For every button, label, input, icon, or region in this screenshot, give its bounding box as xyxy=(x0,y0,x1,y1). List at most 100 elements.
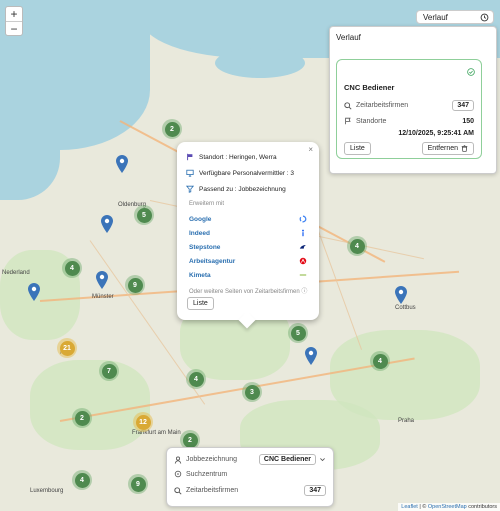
indeed-icon xyxy=(302,229,304,237)
search-firms-label: Zeitarbeitsfirmen xyxy=(186,487,239,494)
history-panel: Verlauf CNC Bediener Zeitarbeitsfirmen 3… xyxy=(329,26,497,174)
cluster-count: 4 xyxy=(372,353,388,369)
cluster-marker[interactable]: 4 xyxy=(62,258,82,278)
popup-location: Standort : Heringen, Werra xyxy=(199,153,277,161)
popup-close-button[interactable]: × xyxy=(308,145,313,154)
cluster-count: 2 xyxy=(182,432,198,448)
cluster-count: 3 xyxy=(244,384,260,400)
kimeta-icon xyxy=(299,274,307,276)
person-icon xyxy=(174,456,182,464)
center-label: Suchzentrum xyxy=(186,470,228,478)
cluster-marker[interactable]: 9 xyxy=(128,474,148,494)
cluster-count: 2 xyxy=(74,410,90,426)
cluster-count: 2 xyxy=(164,121,180,137)
monitor-icon xyxy=(186,169,194,177)
job-label: Jobbezeichnung xyxy=(186,456,237,463)
popup-matching: Passend zu : Jobbezeichnung xyxy=(199,185,286,193)
cluster-marker[interactable]: 21 xyxy=(57,338,77,358)
source-label: Stepstone xyxy=(189,243,221,251)
cluster-marker[interactable]: 5 xyxy=(134,205,154,225)
location-pin-icon[interactable] xyxy=(28,283,40,301)
cluster-marker[interactable]: 9 xyxy=(125,275,145,295)
flag-icon xyxy=(187,153,193,161)
location-pin-icon[interactable] xyxy=(116,155,128,173)
cluster-marker[interactable]: 2 xyxy=(72,408,92,428)
cluster-count: 12 xyxy=(135,414,151,430)
firms-label: Zeitarbeitsfirmen xyxy=(356,102,409,109)
crosshair-icon xyxy=(174,470,182,478)
trash-icon xyxy=(461,145,468,152)
stepstone-icon xyxy=(299,245,307,249)
check-circle-icon xyxy=(467,68,475,76)
cluster-marker[interactable]: 4 xyxy=(347,236,367,256)
cluster-count: 4 xyxy=(349,238,365,254)
history-card[interactable]: CNC Bediener Zeitarbeitsfirmen 347 Stand… xyxy=(336,59,482,159)
chevron-down-icon[interactable] xyxy=(319,456,326,463)
job-select[interactable]: CNC Bediener xyxy=(258,454,316,465)
source-link-arbeitsagentur[interactable]: Arbeitsagentur xyxy=(189,257,307,265)
popup-list-button[interactable]: Liste xyxy=(187,297,214,310)
history-list-button[interactable]: Liste xyxy=(344,142,371,155)
location-pin-icon[interactable] xyxy=(96,271,108,289)
leaflet-link[interactable]: Leaflet xyxy=(401,504,418,510)
city-label: Praha xyxy=(398,418,415,424)
forest-area xyxy=(30,360,150,450)
cluster-marker[interactable]: 4 xyxy=(370,351,390,371)
cluster-marker[interactable]: 4 xyxy=(186,369,206,389)
remove-label: Entfernen xyxy=(427,145,458,152)
history-panel-title: Verlauf xyxy=(336,33,361,42)
attribution-separator: | xyxy=(419,504,421,510)
history-tab[interactable]: Verlauf xyxy=(416,10,494,24)
cluster-count: 21 xyxy=(59,340,75,356)
history-tab-label: Verlauf xyxy=(423,12,448,22)
cluster-marker[interactable]: 12 xyxy=(133,412,153,432)
city-label: Luxembourg xyxy=(30,488,64,494)
cluster-marker[interactable]: 3 xyxy=(242,382,262,402)
search-firms-count: 347 xyxy=(304,485,326,496)
cluster-count: 7 xyxy=(101,363,117,379)
cluster-count: 4 xyxy=(188,371,204,387)
city-label: Münster xyxy=(92,294,114,300)
history-remove-button[interactable]: Entfernen xyxy=(421,142,474,155)
source-link-kimeta[interactable]: Kimeta xyxy=(189,271,307,279)
firms-count-badge: 347 xyxy=(452,100,474,111)
flag-icon xyxy=(345,117,351,125)
cluster-marker[interactable]: 7 xyxy=(99,361,119,381)
location-pin-icon[interactable] xyxy=(305,347,317,365)
map-attribution: Leaflet | © OpenStreetMap contributors xyxy=(398,503,500,511)
cluster-marker[interactable]: 5 xyxy=(288,323,308,343)
locations-count: 150 xyxy=(462,117,474,125)
cluster-count: 9 xyxy=(130,476,146,492)
cluster-count: 5 xyxy=(290,325,306,341)
location-popup: × Standort : Heringen, Werra Verfügbare … xyxy=(177,142,319,329)
history-icon xyxy=(480,13,489,21)
zoom-out-button[interactable]: − xyxy=(6,21,22,36)
source-link-google[interactable]: Google xyxy=(189,215,307,223)
popup-available: Verfügbare Personalvermittler : 3 xyxy=(199,169,295,177)
attribution-suffix: contributors xyxy=(468,504,497,510)
location-pin-icon[interactable] xyxy=(101,215,113,233)
google-icon xyxy=(299,215,307,223)
coast-water xyxy=(0,140,60,200)
source-label: Google xyxy=(189,215,212,223)
cluster-marker[interactable]: 2 xyxy=(162,119,182,139)
search-icon xyxy=(344,101,352,110)
cluster-count: 4 xyxy=(74,472,90,488)
search-icon xyxy=(174,486,182,495)
filter-icon xyxy=(186,185,194,193)
cluster-marker[interactable]: 4 xyxy=(72,470,92,490)
cluster-count: 5 xyxy=(136,207,152,223)
cluster-count: 9 xyxy=(127,277,143,293)
locations-label: Standorte xyxy=(356,117,387,125)
source-link-indeed[interactable]: Indeed xyxy=(189,229,307,237)
zoom-in-button[interactable]: + xyxy=(6,7,22,21)
source-label: Indeed xyxy=(189,229,210,237)
city-label: Nederland xyxy=(2,270,30,276)
location-pin-icon[interactable] xyxy=(395,286,407,304)
osm-link[interactable]: OpenStreetMap xyxy=(428,504,467,510)
city-label: Cottbus xyxy=(395,305,416,311)
source-label: Arbeitsagentur xyxy=(189,257,236,265)
cluster-count: 4 xyxy=(64,260,80,276)
search-panel: Jobbezeichnung CNC Bediener Suchzentrum … xyxy=(166,447,334,507)
source-link-stepstone[interactable]: Stepstone xyxy=(189,243,307,251)
